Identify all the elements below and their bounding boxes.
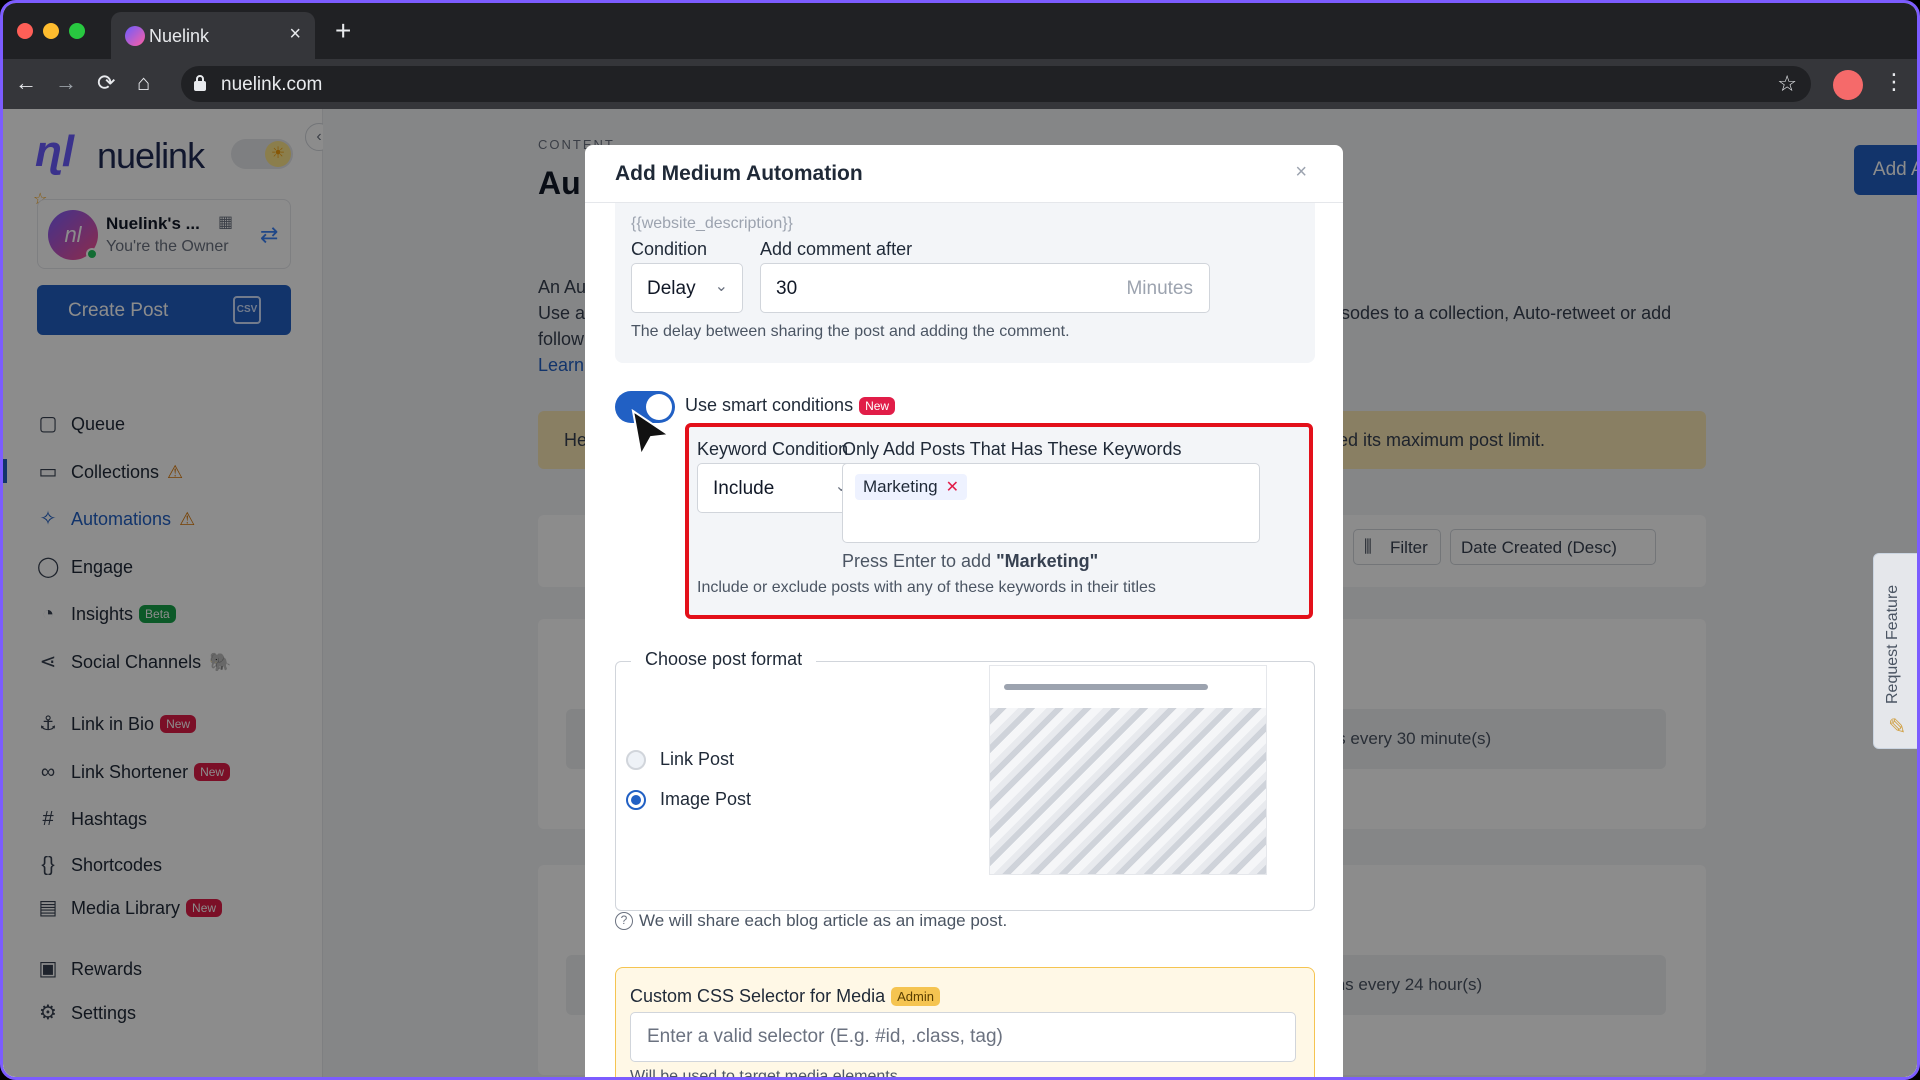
- comment-delay-unit: Minutes: [1126, 278, 1193, 299]
- css-selector-label: Custom CSS Selector for Media: [630, 986, 886, 1006]
- comment-delay-value: 30: [776, 278, 798, 299]
- close-tab-icon[interactable]: ×: [289, 23, 301, 46]
- new-badge: New: [859, 396, 896, 415]
- close-icon[interactable]: ×: [1295, 161, 1307, 184]
- remove-tag-icon[interactable]: ✕: [946, 477, 959, 497]
- chevron-down-icon: ⌄: [714, 278, 728, 295]
- forward-icon[interactable]: →: [55, 71, 77, 95]
- screen: Nuelink × + ← → ⟳ ⌂ nuelink.com ☆ ⋮ ɳl n…: [0, 0, 1920, 1080]
- browser-toolbar: ← → ⟳ ⌂ nuelink.com ☆ ⋮: [3, 59, 1917, 109]
- preview-image: [990, 708, 1266, 874]
- smart-conditions-label: Use smart conditions: [685, 395, 854, 415]
- css-selector-help: Will be used to target media elements.: [630, 1068, 903, 1080]
- comment-after-label: Add comment after: [760, 239, 913, 259]
- link-post-label[interactable]: Link Post: [660, 749, 734, 770]
- admin-badge: Admin: [891, 987, 940, 1006]
- keywords-help-text: Include or exclude posts with any of the…: [697, 579, 1156, 596]
- close-window-button[interactable]: [17, 23, 33, 39]
- css-selector-input[interactable]: [630, 1012, 1296, 1062]
- keyword-condition-select[interactable]: Include ⌄: [697, 463, 863, 513]
- request-feature-label: Request Feature: [1884, 584, 1901, 704]
- smart-conditions-label-row: Use smart conditions New: [685, 395, 896, 416]
- image-post-label[interactable]: Image Post: [660, 789, 751, 810]
- condition-label: Condition: [631, 239, 708, 259]
- post-format-help: ? We will share each blog article as an …: [615, 911, 1007, 931]
- post-format-help-text: We will share each blog article as an im…: [639, 911, 1008, 930]
- preview-title-bar: [1004, 684, 1208, 690]
- condition-select[interactable]: Delay ⌄: [631, 263, 743, 313]
- keywords-label: Only Add Posts That Has These Keywords: [842, 439, 1182, 459]
- comment-delay-input[interactable]: 30 Minutes: [760, 263, 1210, 313]
- keyword-tag-text: Marketing: [863, 477, 938, 496]
- image-post-radio[interactable]: [626, 790, 646, 810]
- reload-icon[interactable]: ⟳: [97, 71, 115, 95]
- tab-title: Nuelink: [149, 26, 210, 46]
- post-format-legend: Choose post format: [631, 649, 817, 670]
- modal-title: Add Medium Automation: [615, 162, 863, 185]
- modal-header: Add Medium Automation ×: [585, 145, 1343, 203]
- press-enter-prefix: Press Enter to add: [842, 551, 997, 571]
- url-text: nuelink.com: [221, 74, 323, 95]
- css-selector-title: Custom CSS Selector for Media Admin: [630, 986, 940, 1007]
- new-tab-icon[interactable]: +: [335, 17, 351, 45]
- lock-icon: [194, 75, 206, 91]
- browser-menu-icon[interactable]: ⋮: [1883, 69, 1905, 95]
- press-enter-value: "Marketing": [996, 551, 1099, 571]
- keyword-condition-label: Keyword Condition: [697, 439, 849, 459]
- question-icon: ?: [615, 912, 633, 930]
- comment-settings-card: {{website_description}} Condition Add co…: [615, 203, 1315, 363]
- bookmark-star-icon[interactable]: ☆: [1777, 71, 1797, 97]
- add-medium-automation-modal: Add Medium Automation × {{website_descri…: [585, 145, 1343, 1080]
- profile-avatar[interactable]: [1833, 70, 1863, 100]
- condition-value: Delay: [647, 278, 696, 299]
- keyword-tag: Marketing ✕: [855, 474, 968, 500]
- favicon-icon: [125, 26, 145, 46]
- back-icon[interactable]: ←: [15, 71, 37, 95]
- link-post-radio[interactable]: [626, 750, 646, 770]
- post-format-preview: [989, 665, 1267, 875]
- keywords-input[interactable]: Marketing ✕: [842, 463, 1260, 543]
- mouse-cursor-icon: [631, 409, 672, 458]
- lightbulb-icon: ✎: [1888, 714, 1907, 739]
- request-feature-tab[interactable]: Request Feature ✎: [1873, 553, 1917, 749]
- browser-tab-bar: Nuelink × +: [3, 3, 1917, 59]
- css-selector-card: Custom CSS Selector for Media Admin Will…: [615, 967, 1315, 1080]
- keyword-condition-value: Include: [713, 478, 775, 499]
- home-icon[interactable]: ⌂: [137, 71, 150, 95]
- address-bar[interactable]: nuelink.com ☆: [181, 66, 1811, 102]
- browser-tab[interactable]: Nuelink ×: [111, 12, 315, 59]
- maximize-window-button[interactable]: [69, 23, 85, 39]
- variable-hint: {{website_description}}: [631, 215, 793, 232]
- minimize-window-button[interactable]: [43, 23, 59, 39]
- press-enter-hint: Press Enter to add "Marketing": [842, 551, 1098, 572]
- delay-help-text: The delay between sharing the post and a…: [631, 323, 1070, 340]
- keyword-condition-card: Keyword Condition Only Add Posts That Ha…: [685, 423, 1313, 619]
